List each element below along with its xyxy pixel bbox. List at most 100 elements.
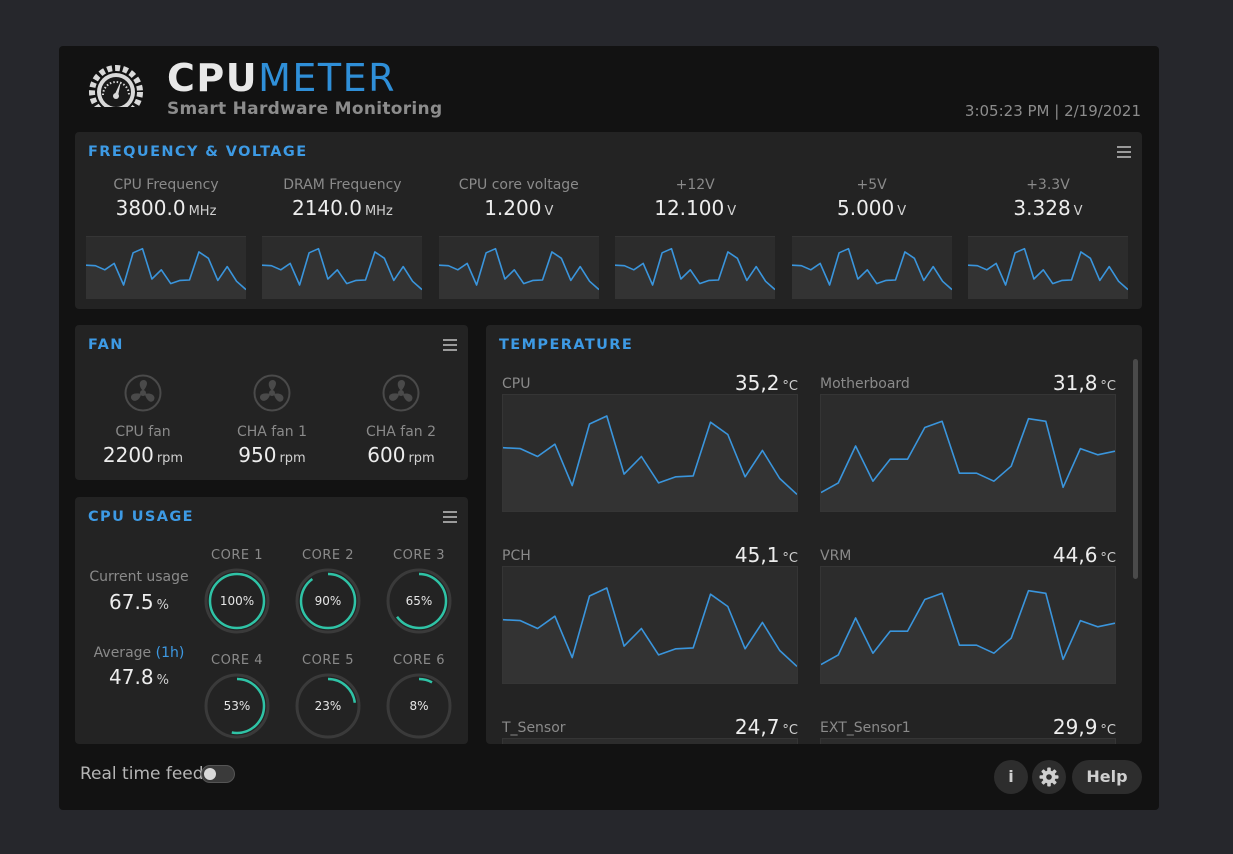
realtime-feed-toggle[interactable] [201, 765, 235, 783]
average-usage-value: 47.8% [109, 665, 169, 689]
metric-value: 3.328 V [968, 196, 1128, 220]
sensor-label: T_Sensor [502, 720, 566, 736]
sensor-temp: 29,9 [1052, 715, 1098, 739]
panel-title: FREQUENCY & VOLTAGE [88, 144, 308, 160]
metric-number: 2140.0 [291, 196, 362, 220]
sparkline-chart [503, 739, 797, 744]
sensor-label: EXT_Sensor1 [820, 720, 911, 736]
core-gauge: 65% [386, 568, 452, 634]
sensor-value: 44,6 °C [1053, 543, 1116, 567]
core-item: CORE 6 8% [379, 653, 459, 739]
sparkline-chart [820, 417, 1116, 511]
metric-unit: V [727, 204, 737, 219]
menu-icon[interactable] [443, 511, 457, 523]
gear-speedometer-logo [81, 65, 151, 119]
fan-unit: rpm [408, 451, 435, 466]
core-item: CORE 2 90% [288, 548, 368, 634]
sensor-unit: °C [1100, 723, 1116, 738]
fan-item: CHA fan 2 600 rpm [336, 374, 466, 467]
fan-value: 950 rpm [207, 443, 337, 467]
metric-sparkline [85, 236, 247, 299]
app-title-part1: CPU [167, 56, 259, 100]
cpu-usage-panel: CPU USAGE Current usage 67.5% Average (1… [75, 497, 468, 744]
metric-value: 5.000 V [792, 196, 952, 220]
core-value: 90% [314, 594, 342, 608]
metric-sparkline [791, 236, 953, 299]
metric-label: +12V [675, 177, 715, 193]
average-usage-label: Average (1h) [93, 645, 185, 661]
sparkline-chart [821, 739, 1115, 744]
metric-sparkline [438, 236, 600, 299]
fan-value: 2200 rpm [78, 443, 208, 467]
temperature-panel: TEMPERATURE CPU 35,2 °C Motherboard 31,8 °C PC… [486, 325, 1142, 744]
core-value: 53% [223, 699, 251, 713]
app-tagline: Smart Hardware Monitoring [167, 99, 443, 119]
metric-item: +3.3V 3.328 V [968, 177, 1128, 220]
fan-icon [253, 374, 291, 412]
info-icon: i [1008, 767, 1014, 786]
metric-label: +5V [856, 177, 887, 193]
metric-unit: MHz [364, 204, 393, 219]
core-item: CORE 4 53% [197, 653, 277, 739]
metric-label: CPU core voltage [458, 177, 579, 193]
core-value: 100% [219, 594, 255, 608]
menu-icon[interactable] [1117, 146, 1131, 158]
sensor-label: VRM [820, 548, 852, 564]
fan-rpm: 950 [238, 443, 277, 467]
fan-label: CHA fan 1 [236, 424, 308, 440]
current-usage-label: Current usage [89, 569, 189, 585]
core-gauge: 53% [204, 673, 270, 739]
metric-sparkline [262, 236, 423, 299]
core-label: CORE 5 [302, 653, 354, 668]
core-label: CORE 3 [393, 548, 445, 563]
sensor-label: Motherboard [820, 376, 910, 392]
fan-label: CHA fan 2 [365, 424, 437, 440]
metric-unit: V [1073, 204, 1083, 219]
fan-rpm: 2200 [102, 443, 154, 467]
sensor-value: 29,9 °C [1053, 715, 1116, 739]
app-title-part2: METER [258, 56, 397, 100]
metric-number: 5.000 [837, 196, 895, 220]
core-label: CORE 2 [302, 548, 354, 563]
toggle-knob [204, 768, 216, 780]
panel-title: CPU USAGE [88, 509, 194, 525]
metric-value: 12.100 V [615, 196, 775, 220]
metric-number: 3800.0 [115, 196, 186, 220]
gear-icon [1039, 767, 1059, 787]
fan-icon [124, 374, 162, 412]
scrollbar[interactable] [1133, 359, 1138, 579]
panel-title: FAN [88, 337, 124, 353]
sparkline-chart [262, 247, 423, 299]
sparkline-chart [85, 247, 247, 299]
sensor-temp: 24,7 [734, 715, 780, 739]
metric-item: +12V 12.100 V [615, 177, 775, 220]
panel-title: TEMPERATURE [499, 337, 634, 353]
current-usage: Current usage 67.5% [89, 567, 189, 614]
current-usage-value: 67.5% [109, 590, 169, 614]
menu-icon[interactable] [443, 339, 457, 351]
sparkline-chart [502, 415, 798, 511]
settings-button[interactable] [1032, 760, 1066, 794]
metric-number: 3.328 [1013, 196, 1071, 220]
fan-value: 600 rpm [336, 443, 466, 467]
core-item: CORE 1 100% [197, 548, 277, 634]
sensor-temp: 35,2 [734, 371, 780, 395]
metric-label: DRAM Frequency [283, 177, 402, 193]
help-button[interactable]: Help [1072, 760, 1142, 794]
metric-item: DRAM Frequency 2140.0 MHz [262, 177, 422, 220]
fan-item: CPU fan 2200 rpm [78, 374, 208, 467]
metric-value: 3800.0 MHz [86, 196, 246, 220]
metric-label: CPU Frequency [113, 177, 219, 193]
metric-sparkline [615, 236, 776, 299]
fan-panel: FAN CPU fan 2200 rpm CHA fan 1 950 rpm CHA fan… [75, 325, 468, 480]
metric-value: 1.200 V [439, 196, 599, 220]
metric-unit: V [897, 204, 907, 219]
metric-value: 2140.0 MHz [262, 196, 422, 220]
metric-item: CPU Frequency 3800.0 MHz [86, 177, 246, 220]
metric-number: 12.100 [654, 196, 725, 220]
fan-label: CPU fan [115, 424, 171, 440]
app-title: CPUMETER [167, 56, 396, 100]
sensor-unit: °C [782, 379, 798, 394]
info-button[interactable]: i [994, 760, 1028, 794]
sparkline-chart [967, 247, 1129, 299]
